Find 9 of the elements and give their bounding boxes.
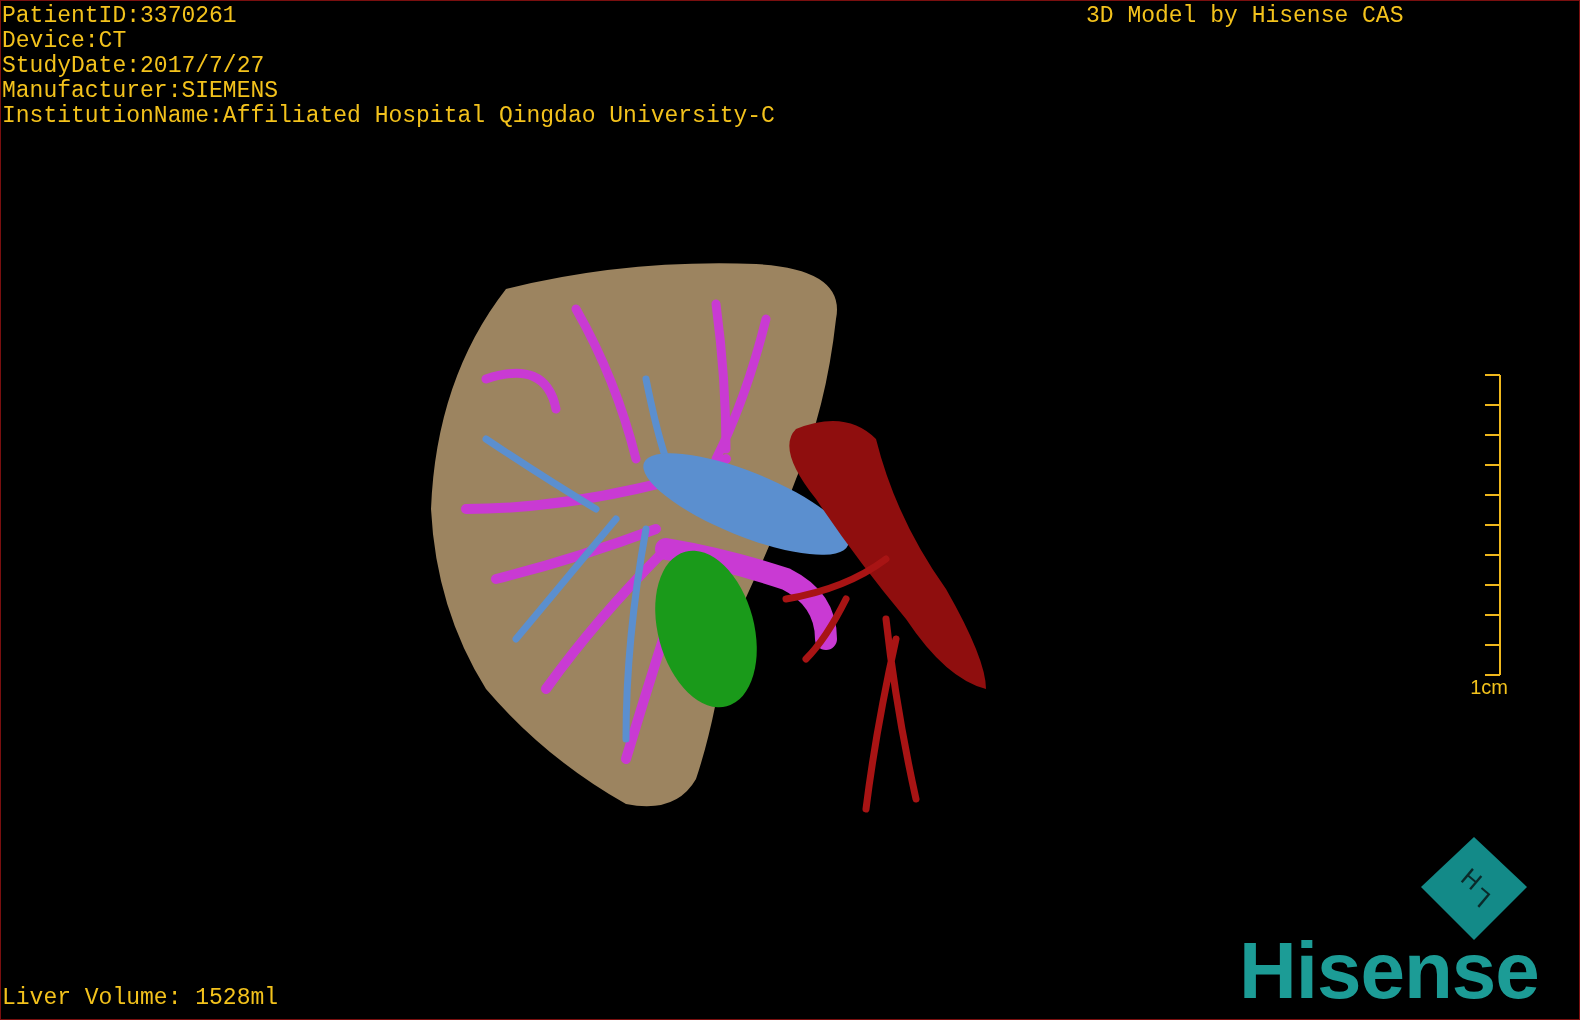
study-info-text: Device:CT [2, 29, 128, 54]
scale-label: 1cm [1470, 676, 1508, 699]
study-info-text: StudyDate:2017/7/27 [2, 54, 266, 79]
model-credit-text: 3D Model by Hisense CAS [1086, 4, 1404, 29]
study-info-text: InstitutionName:Affiliated Hospital Qingdao University-C [2, 104, 775, 129]
logo-text: Hisense [1239, 931, 1539, 1011]
study-info-text: Manufacturer:SIEMENS [2, 79, 280, 104]
study-info-text: PatientID:3370261 [2, 4, 238, 29]
liver-volume-text: Liver Volume: 1528ml [2, 986, 279, 1011]
